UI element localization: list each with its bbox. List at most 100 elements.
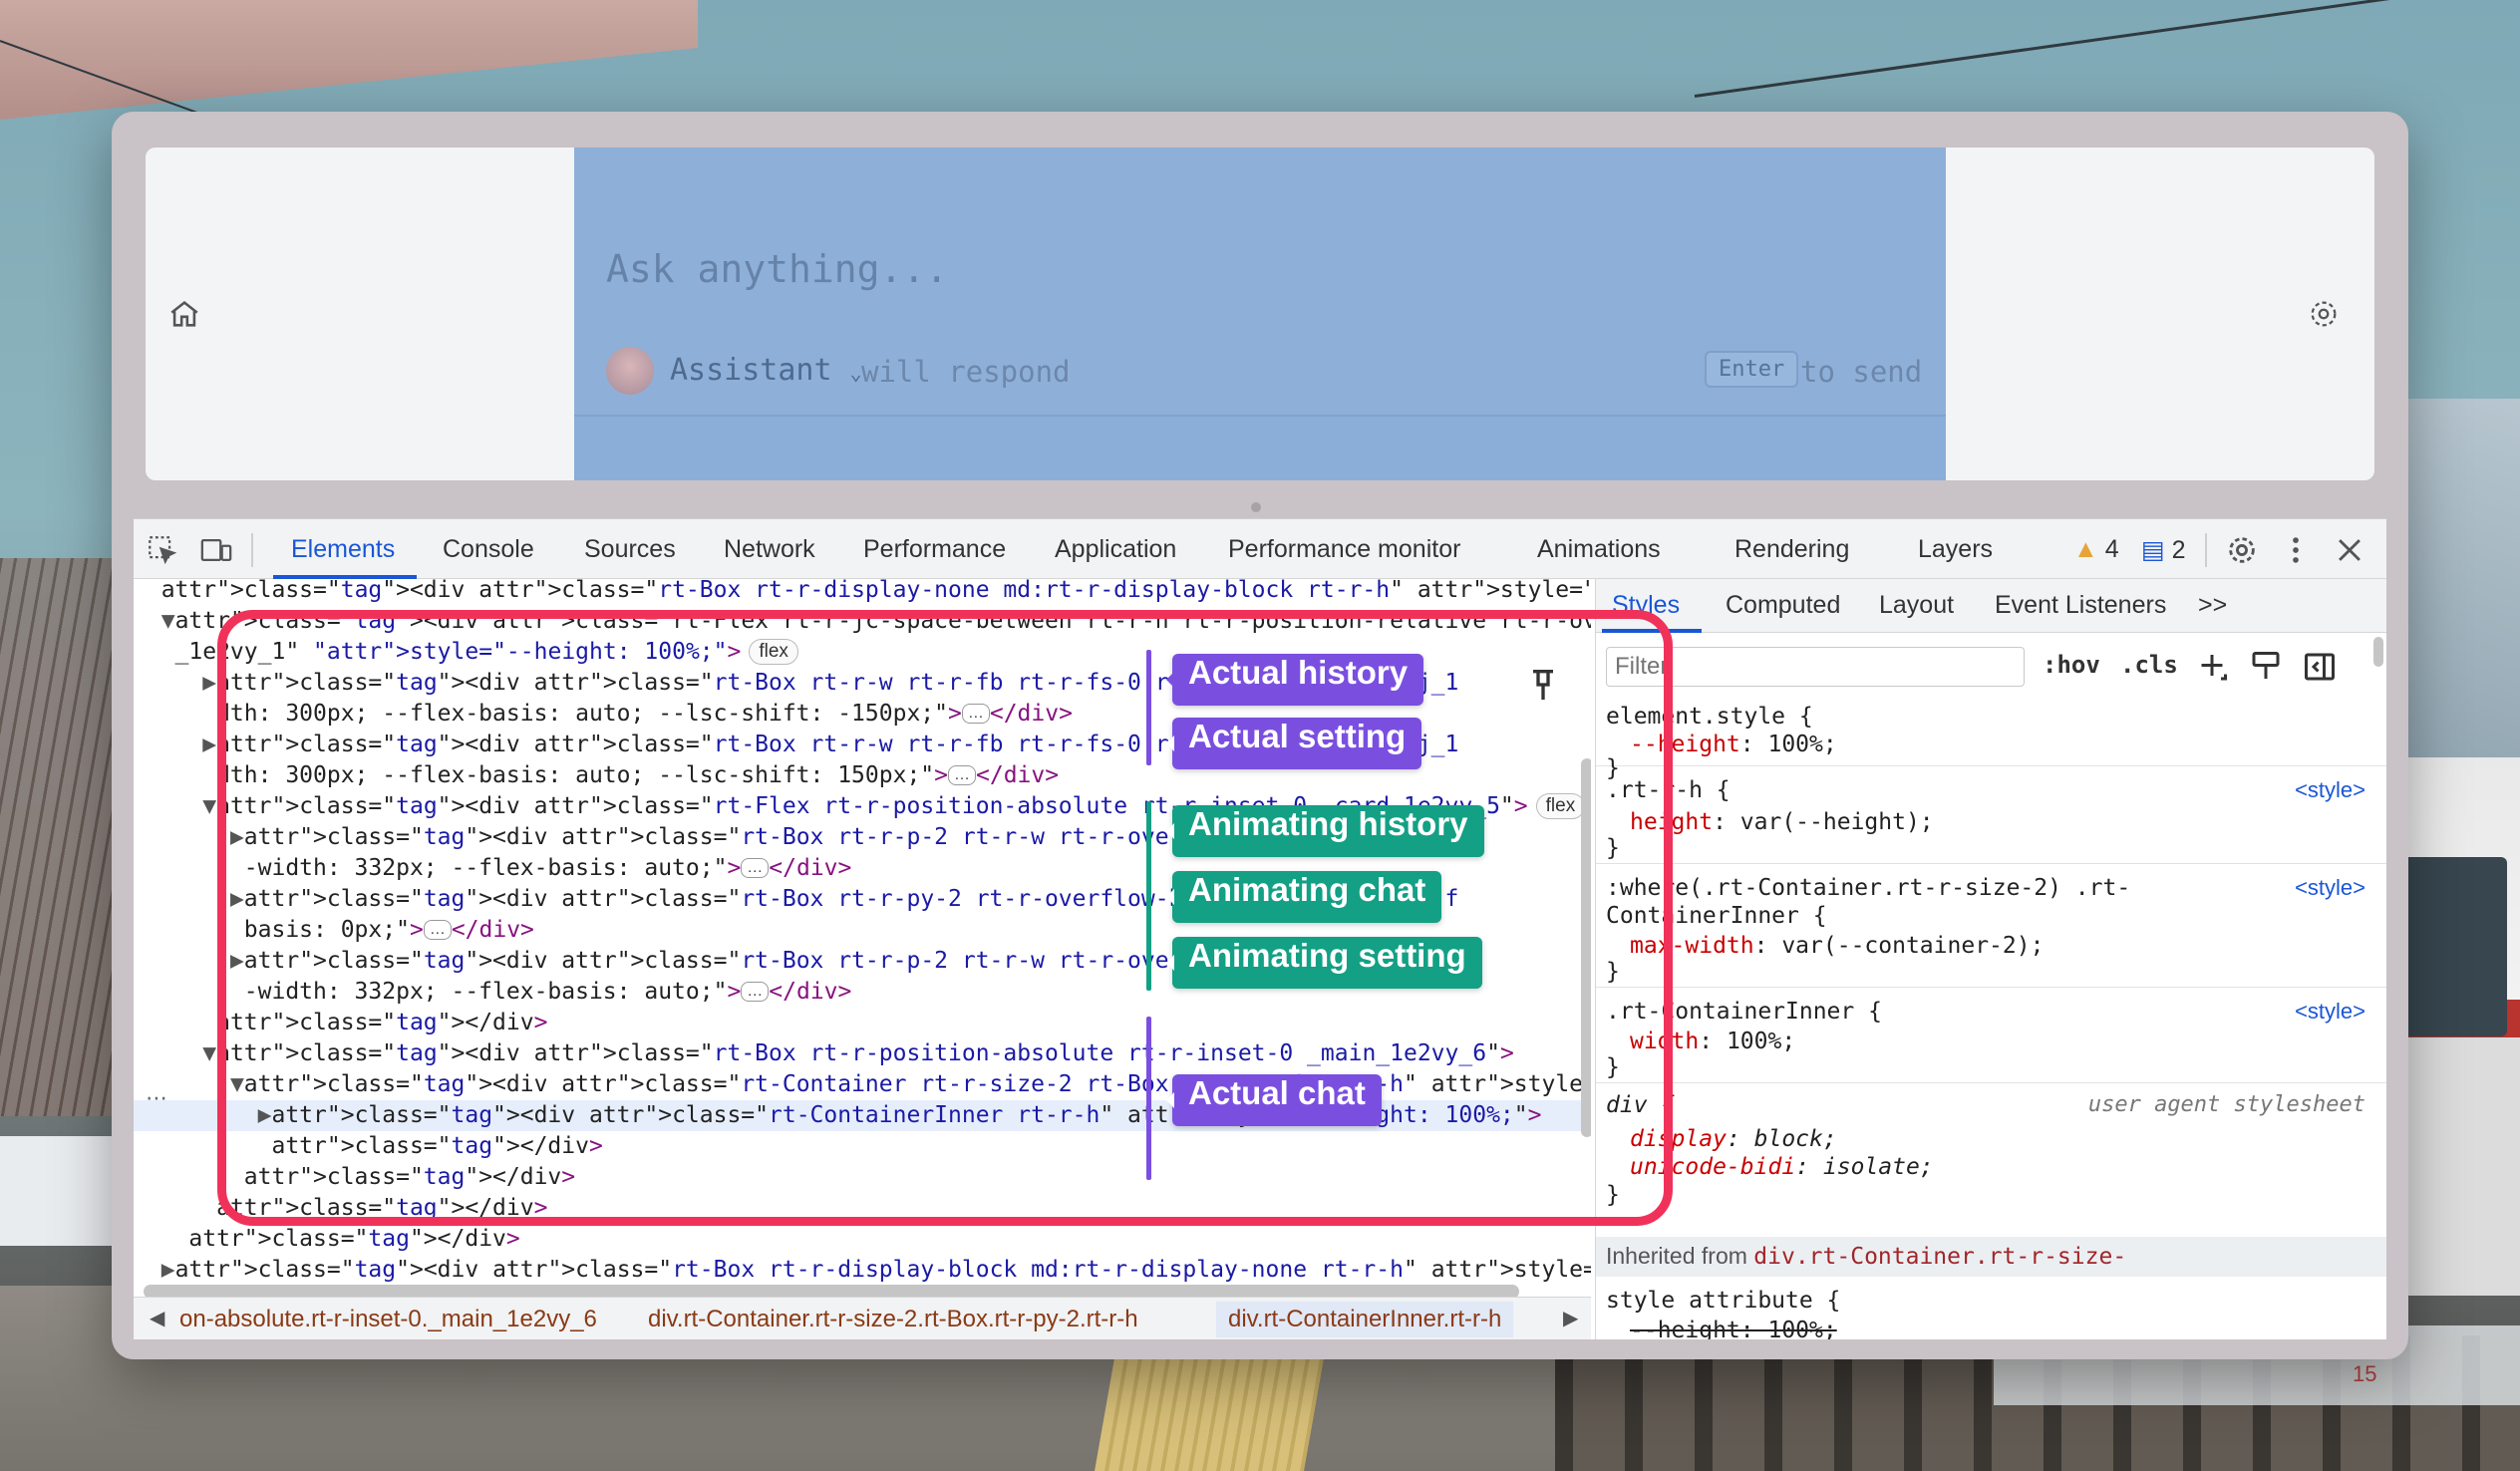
dom-node-line[interactable]: attr">class="tag"><div attr">class="rt-B… — [134, 579, 1591, 606]
css-declaration[interactable]: max-width: var(--container-2); — [1630, 932, 2044, 960]
css-rule: style attribute { --height: 100%; — [1596, 1279, 2386, 1339]
assistant-label: Assistant — [670, 353, 832, 388]
settings-gear-icon[interactable] — [2225, 533, 2259, 567]
sidebar-toggle-icon[interactable] — [2302, 649, 2338, 685]
collapsed-ellipsis[interactable]: … — [741, 858, 770, 878]
cls-toggle[interactable]: .cls — [2120, 651, 2178, 679]
bare-tree — [0, 558, 130, 1116]
rule-close: } — [1606, 1182, 1620, 1208]
dom-node-line[interactable]: attr">class="tag"></div> — [134, 1162, 1591, 1193]
more-options-icon[interactable] — [2279, 533, 2313, 567]
annotation-actual-chat: Actual chat — [1166, 1074, 1382, 1126]
power-line — [1694, 0, 2445, 98]
collapsed-ellipsis[interactable]: … — [423, 920, 452, 940]
rule-selector: .rt-ContainerInner { — [1606, 999, 1882, 1025]
active-tab-indicator — [1602, 629, 1702, 633]
dom-node-line[interactable]: attr">class="tag"></div> — [134, 1008, 1591, 1038]
warning-icon: ▲ — [2073, 535, 2098, 563]
annotation-animating-history: Animating history — [1166, 805, 1484, 857]
rule-selector: :where(.rt-Container.rt-r-size-2) .rt- C… — [1606, 875, 2131, 929]
rule-selector: element.style { — [1606, 704, 1813, 730]
inherited-selector-link[interactable]: div.rt-Container.rt-r-size- — [1753, 1244, 2126, 1270]
rule-close: } — [1606, 959, 1620, 985]
home-icon[interactable] — [167, 297, 201, 331]
breadcrumb: ◀ on-absolute.rt-r-inset-0._main_1e2vy_6… — [134, 1297, 1591, 1339]
inherited-label: Inherited from — [1606, 1243, 1747, 1269]
hov-toggle[interactable]: :hov — [2043, 651, 2100, 679]
tab-rendering[interactable]: Rendering — [1734, 535, 1849, 564]
dom-node-line[interactable]: ▶attr">class="tag"><div attr">class="rt-… — [134, 1255, 1591, 1286]
tab-styles[interactable]: Styles — [1612, 591, 1680, 620]
chevron-right-icon[interactable]: ▶ — [1563, 1306, 1578, 1330]
device-toolbar-icon[interactable] — [199, 533, 233, 567]
rule-source-link[interactable]: <style> — [2295, 874, 2365, 902]
paint-brush-icon[interactable] — [2248, 649, 2284, 685]
rule-selector: style attribute { — [1606, 1288, 1841, 1314]
collapsed-ellipsis[interactable]: … — [948, 765, 976, 785]
prompt-card[interactable]: Ask anything... Assistant ⌄ will respond… — [574, 147, 1946, 417]
inspect-element-icon[interactable] — [146, 533, 179, 567]
prompt-input[interactable]: Ask anything... — [606, 247, 948, 291]
tab-performance-monitor[interactable]: Performance monitor — [1228, 535, 1460, 564]
resize-handle[interactable] — [1251, 502, 1261, 512]
collapsed-ellipsis[interactable]: … — [741, 982, 770, 1002]
inherited-header: Inherited from div.rt-Container.rt-r-siz… — [1596, 1237, 2386, 1277]
assistant-dropdown[interactable]: Assistant ⌄ — [670, 353, 862, 388]
annotation-actual-history: Actual history — [1165, 654, 1424, 706]
styles-filter-input[interactable] — [1606, 647, 2025, 687]
vertical-scrollbar[interactable] — [1581, 758, 1591, 1137]
breadcrumb-item-current[interactable]: div.rt-ContainerInner.rt-r-h — [1216, 1302, 1514, 1337]
dom-node-line[interactable]: attr">class="tag"></div> — [134, 1224, 1591, 1255]
dom-node-line[interactable]: ▼attr">class="tag"><div attr">class="rt-… — [134, 606, 1591, 637]
tab-event-listeners[interactable]: Event Listeners — [1995, 591, 2166, 620]
dom-node-line[interactable]: ▼attr">class="tag"><div attr">class="rt-… — [134, 1038, 1591, 1069]
close-icon[interactable] — [2333, 533, 2366, 567]
will-respond-text: will respond — [861, 355, 1071, 389]
tab-performance[interactable]: Performance — [863, 535, 1006, 564]
tab-console[interactable]: Console — [443, 535, 534, 564]
rule-source-link[interactable]: <style> — [2295, 776, 2365, 804]
tab-elements[interactable]: Elements — [291, 535, 395, 564]
flex-badge[interactable]: flex — [1535, 793, 1586, 819]
messages-badge[interactable]: ▤ 2 — [2141, 535, 2185, 565]
css-rule: :where(.rt-Container.rt-r-size-2) .rt- C… — [1596, 866, 2386, 988]
css-rule: div { user agent stylesheet display: blo… — [1596, 1085, 2386, 1237]
warnings-badge[interactable]: ▲ 4 — [2073, 535, 2119, 564]
css-declaration-overridden[interactable]: --height: 100%; — [1630, 1317, 1837, 1339]
tab-animations[interactable]: Animations — [1537, 535, 1661, 564]
styles-scrollbar[interactable] — [2373, 637, 2383, 667]
css-rule: .rt-ContainerInner { <style> width: 100%… — [1596, 990, 2386, 1083]
more-tabs-icon[interactable]: >> — [2198, 591, 2227, 620]
collapsed-ellipsis[interactable]: … — [961, 704, 990, 724]
tab-layout[interactable]: Layout — [1879, 591, 1954, 620]
toolbar-divider — [251, 533, 253, 567]
dom-node-line[interactable]: attr">class="tag"></div> — [134, 1193, 1591, 1224]
chat-composer-area: Ask anything... Assistant ⌄ will respond… — [574, 147, 1946, 480]
flex-badge[interactable]: flex — [749, 639, 798, 665]
styles-pane: Styles Computed Layout Event Listeners >… — [1595, 579, 2386, 1339]
rule-source-link[interactable]: <style> — [2295, 998, 2365, 1026]
rule-selector: .rt-r-h { — [1606, 777, 1731, 803]
breadcrumb-item[interactable]: div.rt-Container.rt-r-size-2.rt-Box.rt-r… — [648, 1306, 1138, 1333]
tab-computed[interactable]: Computed — [1726, 591, 1840, 620]
tab-application[interactable]: Application — [1055, 535, 1176, 564]
css-declaration[interactable]: --height: 100%; — [1630, 731, 1837, 758]
tab-network[interactable]: Network — [724, 535, 815, 564]
avatar — [606, 347, 654, 395]
chevron-left-icon[interactable]: ◀ — [150, 1306, 164, 1330]
page-viewport: Ask anything... Assistant ⌄ will respond… — [146, 147, 2374, 480]
new-rule-icon[interactable] — [2194, 649, 2230, 685]
gear-icon[interactable] — [2307, 297, 2341, 331]
css-rule: .rt-r-h { <style> height: var(--height);… — [1596, 768, 2386, 864]
message-icon: ▤ — [2141, 536, 2165, 564]
styles-tabbar: Styles Computed Layout Event Listeners >… — [1596, 579, 2386, 633]
row-actions-icon[interactable]: ⋯ — [146, 1085, 167, 1111]
dom-node-line[interactable]: attr">class="tag"></div> — [134, 1131, 1591, 1162]
tab-layers[interactable]: Layers — [1918, 535, 1993, 564]
marker-line — [1146, 650, 1151, 765]
breadcrumb-item[interactable]: on-absolute.rt-r-inset-0._main_1e2vy_6 — [179, 1306, 597, 1333]
pin-icon[interactable] — [1523, 665, 1563, 705]
css-declaration[interactable]: width: 100%; — [1630, 1028, 1795, 1055]
css-declaration[interactable]: height: var(--height); — [1630, 808, 1934, 836]
tab-sources[interactable]: Sources — [584, 535, 676, 564]
